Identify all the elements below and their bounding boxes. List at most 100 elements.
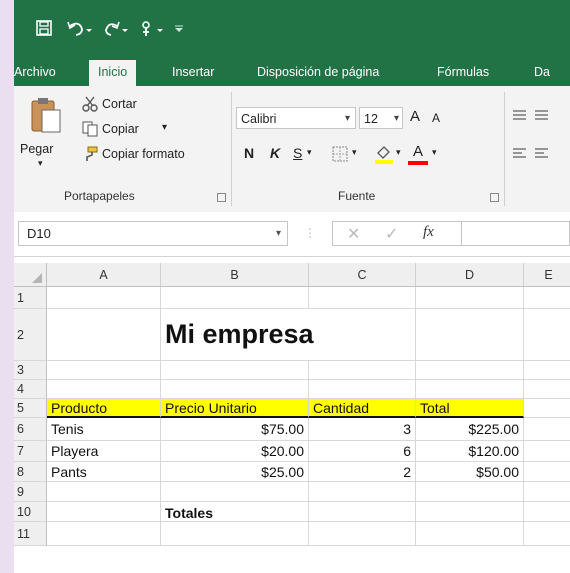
cut-button[interactable]: Cortar xyxy=(102,97,137,111)
cell-b9[interactable] xyxy=(161,482,309,502)
cell-c3[interactable] xyxy=(309,361,416,380)
tab-datos[interactable]: Da xyxy=(534,62,550,86)
data-cell-a7[interactable]: Playera xyxy=(47,441,161,462)
cell-d9[interactable] xyxy=(416,482,524,502)
tab-formulas[interactable]: Fórmulas xyxy=(437,62,489,86)
cell-e8[interactable] xyxy=(524,462,570,482)
data-cell-b7[interactable]: $20.00 xyxy=(161,441,309,462)
row-header-8[interactable]: 8 xyxy=(14,462,47,482)
cell-d4[interactable] xyxy=(416,380,524,399)
header-cell-c[interactable]: Cantidad xyxy=(309,399,416,418)
cell-d2[interactable] xyxy=(416,309,524,361)
data-cell-b8[interactable]: $25.00 xyxy=(161,462,309,482)
align-left-icon[interactable] xyxy=(512,146,556,165)
format-painter-button[interactable]: Copiar formato xyxy=(102,147,185,161)
cell-b1[interactable] xyxy=(161,287,309,309)
redo-icon[interactable] xyxy=(103,20,131,40)
copy-button[interactable]: Copiar xyxy=(102,122,139,136)
font-launcher-icon[interactable] xyxy=(490,193,499,202)
sheet-title[interactable]: Mi empresa xyxy=(161,309,314,361)
name-box[interactable]: D10 ▾ xyxy=(18,221,288,246)
touch-mode-icon[interactable] xyxy=(140,20,168,40)
paste-icon[interactable] xyxy=(28,96,62,141)
totals-label[interactable]: Totales xyxy=(161,502,309,522)
cancel-icon[interactable]: ✕ xyxy=(347,224,360,244)
row-header-5[interactable]: 5 xyxy=(14,399,47,418)
chevron-down-icon[interactable]: ▾ xyxy=(432,147,437,158)
borders-icon[interactable] xyxy=(332,146,348,167)
tab-disposicion[interactable]: Disposición de página xyxy=(257,62,379,86)
row-header-6[interactable]: 6 xyxy=(14,418,47,441)
font-color-button[interactable]: A xyxy=(408,143,428,165)
row-header-1[interactable]: 1 xyxy=(14,287,47,309)
paste-button[interactable]: Pegar xyxy=(20,142,53,156)
cell-e6[interactable] xyxy=(524,418,570,441)
format-painter-icon[interactable] xyxy=(82,146,98,167)
cell-c9[interactable] xyxy=(309,482,416,502)
undo-icon[interactable] xyxy=(67,20,93,40)
data-cell-d8[interactable]: $50.00 xyxy=(416,462,524,482)
chevron-down-icon[interactable]: ▾ xyxy=(307,147,312,158)
copy-icon[interactable] xyxy=(82,121,98,142)
cell-c10[interactable] xyxy=(309,502,416,522)
row-header-11[interactable]: 11 xyxy=(14,522,47,546)
cell-a3[interactable] xyxy=(47,361,161,380)
cell-e1[interactable] xyxy=(524,287,570,309)
fill-color-icon[interactable] xyxy=(374,143,394,170)
clipboard-launcher-icon[interactable] xyxy=(217,193,226,202)
bold-button[interactable]: N xyxy=(244,145,254,161)
cell-e2[interactable] xyxy=(524,309,570,361)
cell-e5[interactable] xyxy=(524,399,570,418)
cell-e3[interactable] xyxy=(524,361,570,380)
data-cell-c7[interactable]: 6 xyxy=(309,441,416,462)
cell-c4[interactable] xyxy=(309,380,416,399)
column-header-e[interactable]: E xyxy=(524,263,570,287)
worksheet-grid[interactable]: ABCDE 1 2 3 4 5 6 7 8 9 10 11 Mi empresa Producto Pr… xyxy=(14,263,570,573)
customize-qat-icon[interactable] xyxy=(174,20,184,40)
cell-b3[interactable] xyxy=(161,361,309,380)
tab-inicio[interactable]: Inicio xyxy=(89,60,137,86)
cell-d3[interactable] xyxy=(416,361,524,380)
row-header-7[interactable]: 7 xyxy=(14,441,47,462)
chevron-down-icon[interactable]: ▾ xyxy=(352,147,357,158)
insert-function-button[interactable]: fx xyxy=(423,224,434,241)
paste-dropdown-icon[interactable]: ▾ xyxy=(38,158,43,169)
underline-button[interactable]: S xyxy=(293,145,302,161)
row-header-3[interactable]: 3 xyxy=(14,361,47,380)
data-cell-b6[interactable]: $75.00 xyxy=(161,418,309,441)
data-cell-d6[interactable]: $225.00 xyxy=(416,418,524,441)
column-header-b[interactable]: B xyxy=(161,263,309,287)
row-header-10[interactable]: 10 xyxy=(14,502,47,522)
cell-d1[interactable] xyxy=(416,287,524,309)
header-cell-b[interactable]: Precio Unitario xyxy=(161,399,309,418)
align-top-icon[interactable] xyxy=(512,108,556,127)
shrink-font-button[interactable]: A xyxy=(432,111,440,125)
tab-insertar[interactable]: Insertar xyxy=(172,62,214,86)
column-header-c[interactable]: C xyxy=(309,263,416,287)
cell-c1[interactable] xyxy=(309,287,416,309)
row-header-2[interactable]: 2 xyxy=(14,309,47,361)
column-header-d[interactable]: D xyxy=(416,263,524,287)
cell-c2[interactable] xyxy=(309,309,416,361)
cell-e4[interactable] xyxy=(524,380,570,399)
row-header-4[interactable]: 4 xyxy=(14,380,47,399)
header-cell-d[interactable]: Total xyxy=(416,399,524,418)
data-cell-a6[interactable]: Tenis xyxy=(47,418,161,441)
save-icon[interactable] xyxy=(36,20,52,40)
cell-e11[interactable] xyxy=(524,522,570,546)
cell-a1[interactable] xyxy=(47,287,161,309)
data-cell-a8[interactable]: Pants xyxy=(47,462,161,482)
data-cell-d7[interactable]: $120.00 xyxy=(416,441,524,462)
cell-a9[interactable] xyxy=(47,482,161,502)
header-cell-a[interactable]: Producto xyxy=(47,399,161,418)
enter-icon[interactable]: ✓ xyxy=(385,224,398,244)
grow-font-button[interactable]: A xyxy=(410,108,420,125)
cell-d11[interactable] xyxy=(416,522,524,546)
formula-input[interactable] xyxy=(462,221,570,246)
cell-d10[interactable] xyxy=(416,502,524,522)
chevron-down-icon[interactable]: ▾ xyxy=(396,147,401,158)
data-cell-c6[interactable]: 3 xyxy=(309,418,416,441)
font-size-dropdown[interactable]: 12 ▾ xyxy=(359,107,403,129)
cell-c11[interactable] xyxy=(309,522,416,546)
cell-b11[interactable] xyxy=(161,522,309,546)
